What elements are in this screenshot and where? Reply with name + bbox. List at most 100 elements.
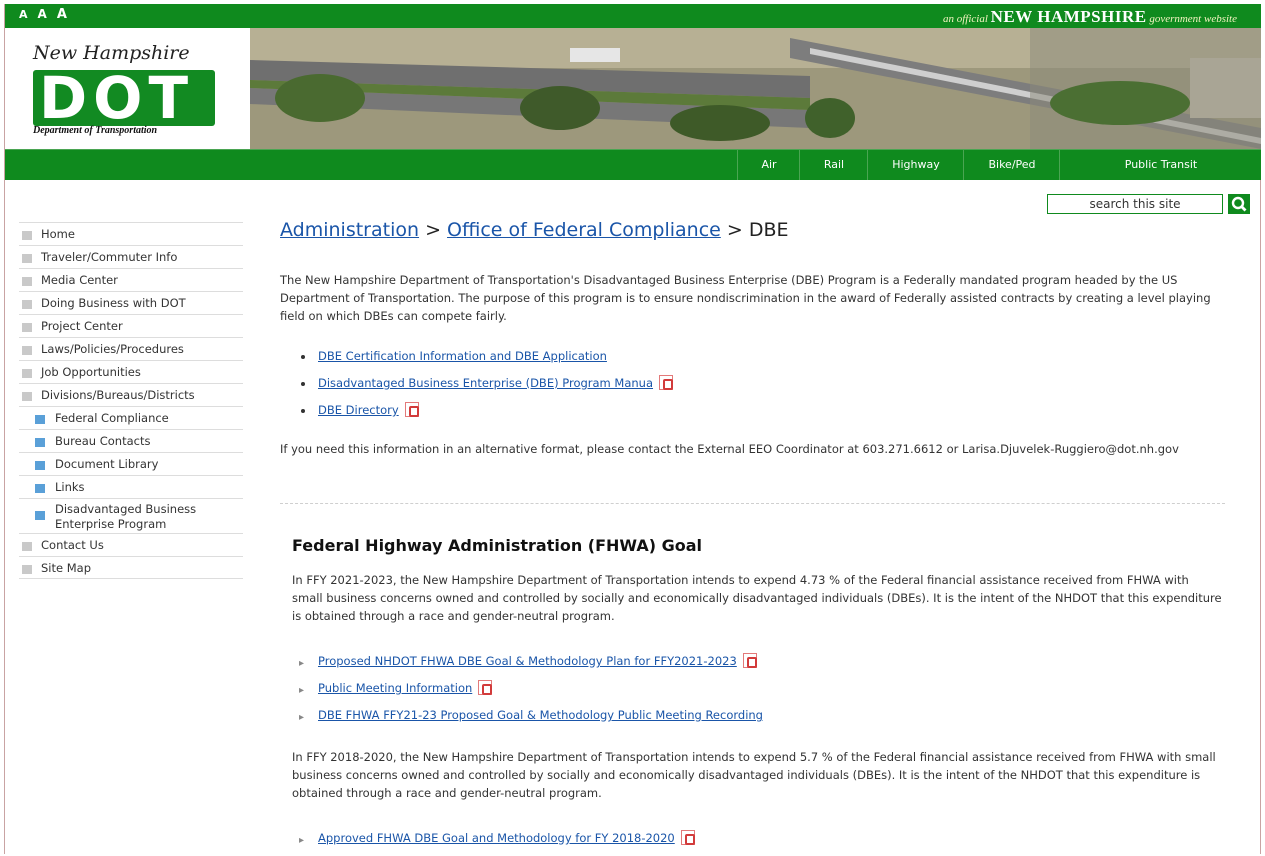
sidebar-item-contact-us[interactable]: Contact Us [19,533,243,556]
sidebar-item-project-center[interactable]: Project Center [19,314,243,337]
font-size-medium-button[interactable]: A [38,7,48,21]
sidebar-item-site-map[interactable]: Site Map [19,556,243,579]
menu-square-icon [22,277,32,286]
sidebar-item-label: Disadvantaged Business Enterprise Progra… [55,502,197,531]
fhwa-goal-heading: Federal Highway Administration (FHWA) Go… [292,536,703,555]
bullet-icon [301,355,305,359]
list-item: ▸ Approved FHWA DBE Goal and Methodology … [298,829,695,856]
arrow-bullet-icon: ▸ [299,712,305,723]
sidebar-item-label: Bureau Contacts [55,434,151,448]
dbe-directory-link[interactable]: DBE Directory [318,403,399,417]
sidebar-item-label: Doing Business with DOT [41,296,186,310]
menu-square-icon [22,254,32,263]
approved-goal-link[interactable]: Approved FHWA DBE Goal and Methodology f… [318,831,675,845]
menu-square-icon [22,565,32,574]
pdf-icon [478,680,493,695]
font-size-small-button[interactable]: A [19,8,29,21]
nav-bike-ped[interactable]: Bike/Ped [963,150,1060,180]
submenu-square-icon [35,461,45,470]
public-meeting-info-link[interactable]: Public Meeting Information [318,681,472,695]
breadcrumb-separator: > [419,219,448,241]
alternative-format-paragraph: If you need this information in an alter… [280,442,1179,456]
intro-link-list: DBE Certification Information and DBE Ap… [298,347,674,428]
breadcrumb: Administration > Office of Federal Compl… [280,219,789,241]
sidebar-subitem-federal-compliance[interactable]: Federal Compliance [19,406,243,429]
sidebar-item-label: Divisions/Bureaus/Districts [41,388,195,402]
sidebar-item-label: Media Center [41,273,118,287]
proposed-goal-plan-link[interactable]: Proposed NHDOT FHWA DBE Goal & Methodolo… [318,654,737,668]
submenu-square-icon [35,415,45,424]
list-item: Disadvantaged Business Enterprise (DBE) … [298,374,674,401]
breadcrumb-current: DBE [748,219,789,241]
fhwa-2021-paragraph: In FFY 2021-2023, the New Hampshire Depa… [292,573,1222,623]
menu-square-icon [22,392,32,401]
intro-paragraph: The New Hampshire Department of Transpor… [280,273,1211,323]
pdf-icon [659,375,674,390]
highway-photo-illustration [250,28,1261,149]
menu-square-icon [22,542,32,551]
sidebar-item-doing-business[interactable]: Doing Business with DOT [19,291,243,314]
nhdot-logo[interactable]: New Hampshire DOT Department of Transpor… [5,28,250,149]
sidebar-item-label: Site Map [41,561,92,575]
font-size-large-button[interactable]: A [57,7,68,22]
fhwa-2018-link-list: ▸ Approved FHWA DBE Goal and Methodology … [298,829,695,856]
public-meeting-recording-link[interactable]: DBE FHWA FFY21-23 Proposed Goal & Method… [318,708,763,722]
official-prefix: an official [942,13,988,25]
arrow-bullet-icon: ▸ [299,835,305,846]
top-bar: AAA an official NEW HAMPSHIRE government… [5,4,1261,28]
breadcrumb-federal-compliance-link[interactable]: Office of Federal Compliance [447,219,721,241]
submenu-square-icon [35,438,45,447]
list-item: ▸ DBE FHWA FFY21-23 Proposed Goal & Metho… [298,706,763,733]
sidebar-item-label: Contact Us [41,538,104,552]
sidebar-item-media-center[interactable]: Media Center [19,268,243,291]
sidebar-item-job-opportunities[interactable]: Job Opportunities [19,360,243,383]
official-website-notice: an official NEW HAMPSHIRE government web… [943,7,1237,27]
fhwa-2018-paragraph: In FFY 2018-2020, the New Hampshire Depa… [292,750,1216,800]
fhwa-2021-link-list: ▸ Proposed NHDOT FHWA DBE Goal & Methodol… [298,652,763,733]
main-nav: Air Rail Highway Bike/Ped Public Transit [5,149,1261,180]
official-state-name: NEW HAMPSHIRE [990,7,1147,26]
pdf-icon [404,402,419,417]
list-item: ▸ Proposed NHDOT FHWA DBE Goal & Methodol… [298,652,763,679]
sidebar-item-home[interactable]: Home [19,222,243,245]
nav-public-transit[interactable]: Public Transit [1059,150,1262,180]
sidebar-subitem-links[interactable]: Links [19,475,243,498]
search-icon [1231,196,1247,212]
search-input[interactable]: search this site [1047,194,1223,214]
sidebar-item-label: Laws/Policies/Procedures [41,342,184,356]
sidebar-item-label: Document Library [55,457,159,471]
search-button[interactable] [1228,194,1250,214]
sidebar-subitem-document-library[interactable]: Document Library [19,452,243,475]
list-item: ▸ Public Meeting Information [298,679,763,706]
nav-highway[interactable]: Highway [867,150,964,180]
logo-letters: DOT [39,64,195,132]
sidebar-item-label: Home [41,227,75,241]
nav-air[interactable]: Air [737,150,800,180]
header-banner: New Hampshire DOT Department of Transpor… [5,28,1261,149]
sidebar-item-label: Traveler/Commuter Info [41,250,178,264]
official-suffix: government website [1149,13,1237,25]
breadcrumb-separator: > [720,219,749,241]
sidebar-subitem-bureau-contacts[interactable]: Bureau Contacts [19,429,243,452]
submenu-square-icon [35,511,45,520]
sidebar-subitem-dbe-program[interactable]: Disadvantaged Business Enterprise Progra… [19,498,243,533]
sidebar-item-label: Project Center [41,319,123,333]
sidebar-item-laws-policies[interactable]: Laws/Policies/Procedures [19,337,243,360]
highway-banner-photo [250,28,1261,149]
pdf-icon [680,830,695,845]
logo-dot-block: DOT [33,64,215,132]
sidebar-item-label: Federal Compliance [55,411,169,425]
sidebar-item-divisions[interactable]: Divisions/Bureaus/Districts [19,383,243,406]
sidebar-item-label: Job Opportunities [41,365,141,379]
arrow-bullet-icon: ▸ [299,658,305,669]
bullet-icon [301,382,305,386]
breadcrumb-administration-link[interactable]: Administration [280,219,419,241]
list-item: DBE Certification Information and DBE Ap… [298,347,673,374]
logo-script-text: New Hampshire [33,42,190,64]
dbe-certification-link[interactable]: DBE Certification Information and DBE Ap… [318,349,607,363]
submenu-square-icon [35,484,45,493]
section-divider [280,503,1225,504]
dbe-program-manual-link[interactable]: Disadvantaged Business Enterprise (DBE) … [318,376,653,390]
sidebar-item-traveler-commuter-info[interactable]: Traveler/Commuter Info [19,245,243,268]
nav-rail[interactable]: Rail [799,150,868,180]
